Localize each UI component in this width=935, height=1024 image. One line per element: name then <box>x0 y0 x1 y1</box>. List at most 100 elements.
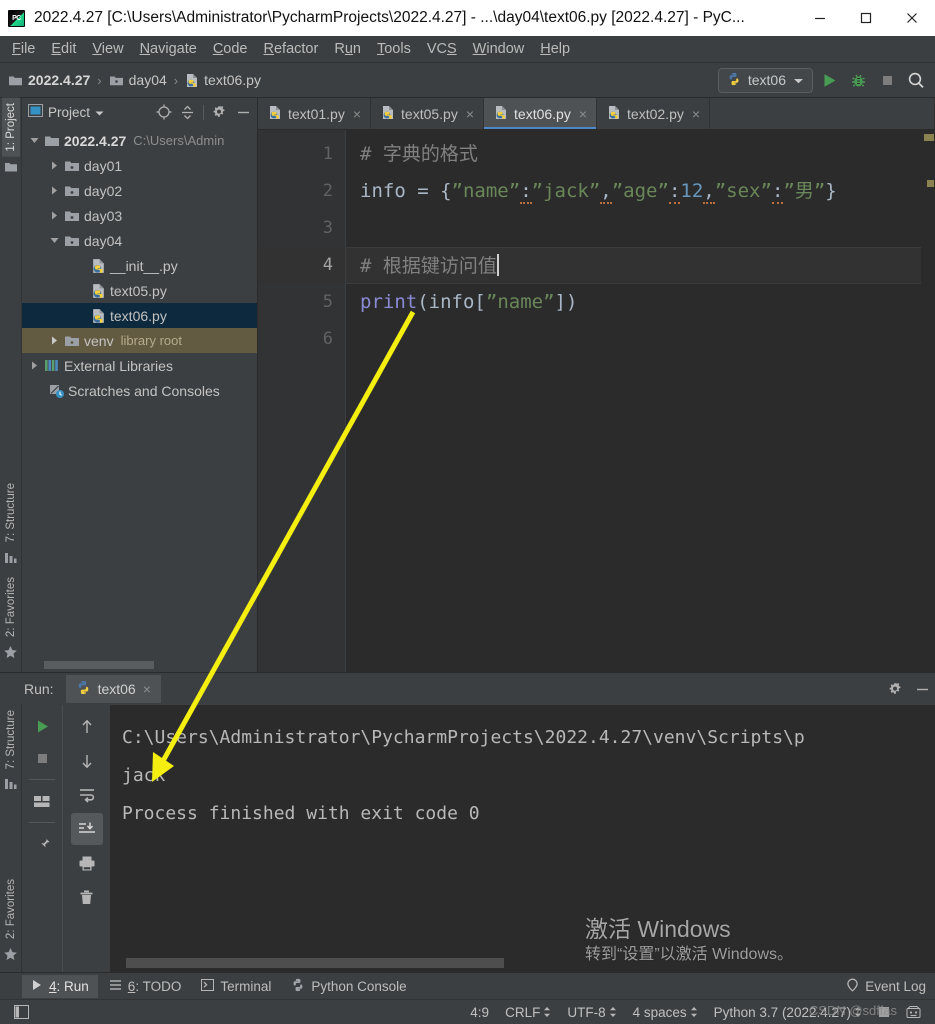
status-stop-icon[interactable] <box>870 1006 898 1018</box>
menu-edit[interactable]: Edit <box>43 38 84 60</box>
tree-row-day03[interactable]: day03 <box>22 203 257 228</box>
close-icon[interactable]: × <box>143 681 151 697</box>
twisty-closed-icon[interactable] <box>46 211 62 220</box>
tab-text06-py[interactable]: text06.py × <box>484 98 598 129</box>
tree-row-venv[interactable]: venv library root <box>22 328 257 353</box>
gear-icon[interactable] <box>210 102 230 122</box>
tab-python-console[interactable]: Python Console <box>282 974 415 999</box>
down-arrow-icon[interactable] <box>71 745 103 777</box>
menu-tools[interactable]: Tools <box>369 38 419 60</box>
tab-terminal[interactable]: Terminal <box>192 975 280 998</box>
tree-row-init-py[interactable]: __init__.py <box>22 253 257 278</box>
menu-view[interactable]: View <box>84 38 131 60</box>
menu-file[interactable]: File <box>4 38 43 60</box>
stripe-marker[interactable] <box>924 134 934 141</box>
run-configuration-selector[interactable]: text06 <box>717 67 813 93</box>
caret-position[interactable]: 4:9 <box>462 1005 497 1020</box>
hide-icon[interactable] <box>909 676 935 702</box>
target-icon[interactable] <box>154 102 174 122</box>
menu-run[interactable]: Run <box>326 38 369 60</box>
close-icon[interactable]: × <box>353 106 361 122</box>
tree-row-text06-py[interactable]: text06.py <box>22 303 257 328</box>
toggle-sidebar-icon[interactable] <box>6 1005 37 1019</box>
breadcrumb-project[interactable]: 2022.4.27 <box>8 72 90 88</box>
trash-icon[interactable] <box>71 881 103 913</box>
run-console-output[interactable]: C:\Users\Administrator\PycharmProjects\2… <box>110 705 935 972</box>
project-tree[interactable]: 2022.4.27 C:\Users\Admin day01 day02 day… <box>22 126 257 658</box>
sidebar-item-project[interactable]: 1: Project <box>1 98 20 157</box>
sidebar-item-favorites-bottom[interactable]: 2: Favorites <box>2 874 20 944</box>
hide-icon[interactable] <box>233 102 253 122</box>
menu-vcs[interactable]: VCS <box>419 38 465 60</box>
sidebar-item-favorites[interactable]: 2: Favorites <box>2 572 20 642</box>
close-icon[interactable]: × <box>579 106 587 122</box>
stripe-marker[interactable] <box>927 180 934 187</box>
twisty-open-icon[interactable] <box>46 236 62 245</box>
twisty-closed-icon[interactable] <box>46 186 62 195</box>
twisty-open-icon[interactable] <box>26 136 42 145</box>
debug-button[interactable] <box>845 67 871 93</box>
close-button[interactable] <box>889 0 935 36</box>
tab-run[interactable]: 4: Run <box>22 974 98 998</box>
code-line-3[interactable] <box>346 210 921 247</box>
tab-text01-py[interactable]: text01.py × <box>258 98 372 129</box>
sidebar-item-structure-bottom[interactable]: 7: Structure <box>2 705 20 774</box>
code-line-4[interactable]: # 根据键访问值 <box>346 247 921 284</box>
print-icon[interactable] <box>71 847 103 879</box>
search-icon[interactable] <box>903 67 929 93</box>
project-horizontal-scrollbar[interactable] <box>22 658 257 672</box>
run-button[interactable] <box>816 67 842 93</box>
menu-help[interactable]: Help <box>532 38 578 60</box>
menu-code[interactable]: Code <box>205 38 256 60</box>
console-horizontal-scrollbar[interactable] <box>122 954 935 972</box>
breadcrumb-day04[interactable]: day04 <box>109 72 167 88</box>
collapse-all-icon[interactable] <box>177 102 197 122</box>
tree-row-scratches[interactable]: Scratches and Consoles <box>22 378 257 403</box>
sidebar-item-structure[interactable]: 7: Structure <box>2 478 20 547</box>
scroll-to-end-icon[interactable] <box>70 813 103 845</box>
soft-wrap-icon[interactable] <box>71 779 103 811</box>
project-panel-title[interactable]: Project <box>28 104 104 120</box>
tree-row-day04[interactable]: day04 <box>22 228 257 253</box>
up-arrow-icon[interactable] <box>71 711 103 743</box>
indent-selector[interactable]: 4 spaces <box>625 1005 706 1020</box>
code-line-2[interactable]: info = {”name”:”jack”,”age”:12,”sex”:”男”… <box>346 173 921 210</box>
tab-text02-py[interactable]: text02.py × <box>597 98 711 129</box>
maximize-button[interactable] <box>843 0 889 36</box>
twisty-closed-icon[interactable] <box>46 161 62 170</box>
gear-icon[interactable] <box>883 676 909 702</box>
breadcrumb-file[interactable]: text06.py <box>185 72 261 88</box>
notification-icon[interactable] <box>898 1005 929 1019</box>
line-separator-selector[interactable]: CRLF <box>497 1005 559 1020</box>
tree-row-external-libraries[interactable]: External Libraries <box>22 353 257 378</box>
code-line-5[interactable]: print(info[”name”]) <box>346 284 921 321</box>
close-icon[interactable]: × <box>692 106 700 122</box>
tree-row-text05-py[interactable]: text05.py <box>22 278 257 303</box>
pin-icon[interactable] <box>27 829 57 859</box>
code-token-close-brace: } <box>825 180 837 202</box>
minimize-button[interactable] <box>797 0 843 36</box>
tree-row-day02[interactable]: day02 <box>22 178 257 203</box>
code-line-6[interactable] <box>346 321 921 358</box>
event-log-button[interactable]: Event Log <box>837 974 935 999</box>
interpreter-selector[interactable]: Python 3.7 (2022.4.27) <box>706 1005 870 1020</box>
menu-window[interactable]: Window <box>465 38 533 60</box>
rerun-button[interactable] <box>27 711 57 741</box>
tree-row-day01[interactable]: day01 <box>22 153 257 178</box>
stop-button[interactable] <box>27 743 57 773</box>
tab-text05-py[interactable]: text05.py × <box>371 98 485 129</box>
editor-marker-stripe[interactable] <box>921 130 935 672</box>
code-editor[interactable]: # 字典的格式 info = {”name”:”jack”,”age”:12,”… <box>346 130 921 672</box>
close-icon[interactable]: × <box>466 106 474 122</box>
code-line-1[interactable]: # 字典的格式 <box>346 136 921 173</box>
twisty-closed-icon[interactable] <box>46 336 62 345</box>
menu-refactor[interactable]: Refactor <box>256 38 327 60</box>
run-tab-text06[interactable]: text06 × <box>65 675 161 703</box>
stop-button[interactable] <box>874 67 900 93</box>
encoding-selector[interactable]: UTF-8 <box>559 1005 624 1020</box>
tree-row-project-root[interactable]: 2022.4.27 C:\Users\Admin <box>22 128 257 153</box>
twisty-closed-icon[interactable] <box>26 361 42 370</box>
menu-navigate[interactable]: Navigate <box>132 38 205 60</box>
restore-layout-button[interactable] <box>27 786 57 816</box>
tab-todo[interactable]: 6: TODO <box>100 975 191 998</box>
